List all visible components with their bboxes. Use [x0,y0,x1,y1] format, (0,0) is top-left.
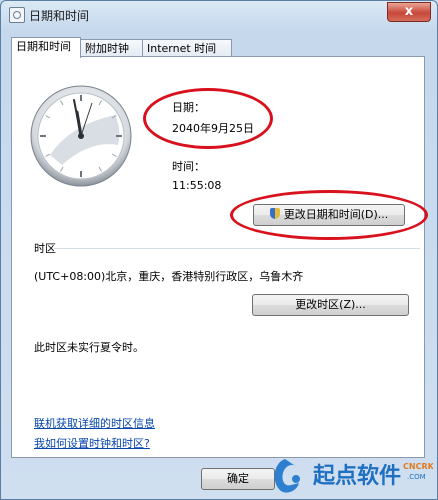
time-label: 时间： [172,160,205,173]
time-value: 11:55:08 [172,179,222,192]
how-to-set-clock-link[interactable]: 我如何设置时钟和时区? [34,435,150,451]
date-time-dialog: 日期和时间 x 日期和时间 附加时钟 Internet 时间 日期： 2040年… [0,0,438,500]
watermark-logo: 起点软件 CNCRK .COM [274,459,433,493]
tab-date-time[interactable]: 日期和时间 [11,37,81,58]
timezone-value: (UTC+08:00)北京，重庆，香港特别行政区，乌鲁木齐 [34,270,304,283]
tab-internet-time[interactable]: Internet 时间 [142,39,232,57]
watermark-text: 起点软件 [312,463,401,489]
watermark-sub: CNCRK [403,462,433,471]
tab-additional-clocks[interactable]: 附加时钟 [80,39,147,57]
window-title: 日期和时间 [29,9,90,23]
dst-note: 此时区未实行夏令时。 [34,341,144,354]
highlight-ellipse-button [230,190,428,240]
svg-text:.COM: .COM [407,473,426,481]
tab-panel: 日期： 2040年9月25日 时间： 11:55:08 更改日期和时间(D)..… [11,56,428,458]
title-bar[interactable]: 日期和时间 x [1,1,437,29]
timezone-divider [54,248,420,249]
timezone-heading: 时区 [34,242,56,255]
analog-clock [30,85,132,187]
change-timezone-button[interactable]: 更改时区(Z)... [252,294,409,316]
close-button[interactable]: x [387,2,431,22]
ok-button[interactable]: 确定 [201,468,275,490]
highlight-ellipse-date [143,88,273,149]
online-timezone-info-link[interactable]: 联机获取详细的时区信息 [34,415,155,431]
clock-app-icon [9,7,25,23]
